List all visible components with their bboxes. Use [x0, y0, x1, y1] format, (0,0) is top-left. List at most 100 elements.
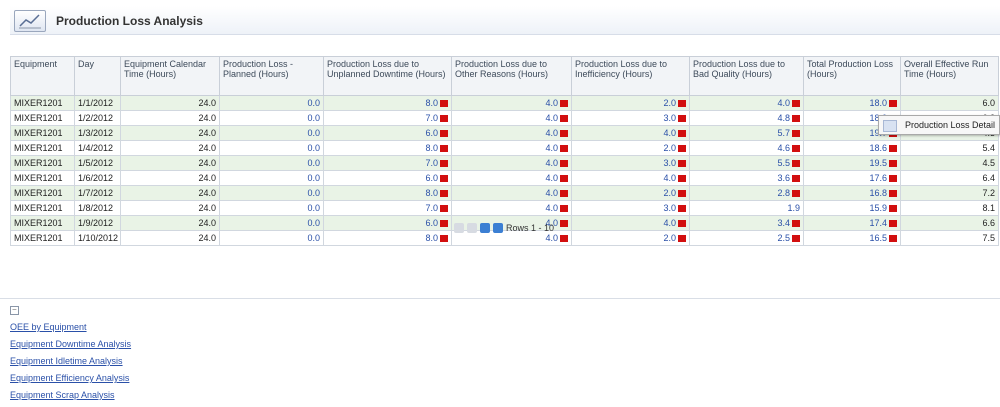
table-cell[interactable]: 18.0 [803, 95, 901, 111]
table-cell[interactable]: 4.0 [689, 95, 804, 111]
table-cell[interactable]: 4.6 [689, 140, 804, 156]
link-oee-by-equipment[interactable]: OEE by Equipment [10, 322, 131, 332]
table-cell[interactable]: 4.0 [571, 125, 690, 141]
table-cell[interactable]: 0.0 [219, 110, 324, 126]
table-cell[interactable]: 3.6 [689, 170, 804, 186]
table-cell[interactable]: 0.0 [219, 185, 324, 201]
column-header-loss-planned[interactable]: Production Loss - Planned (Hours) [219, 56, 324, 96]
column-header-calendar-time[interactable]: Equipment Calendar Time (Hours) [120, 56, 220, 96]
table-cell[interactable]: 0.0 [219, 155, 324, 171]
alert-flag-icon[interactable] [678, 145, 686, 152]
alert-flag-icon[interactable] [792, 130, 800, 137]
alert-flag-icon[interactable] [560, 115, 568, 122]
alert-flag-icon[interactable] [889, 160, 897, 167]
alert-flag-icon[interactable] [440, 130, 448, 137]
table-cell[interactable]: 4.0 [451, 200, 572, 216]
alert-flag-icon[interactable] [889, 205, 897, 212]
table-cell[interactable]: 4.0 [451, 170, 572, 186]
alert-flag-icon[interactable] [560, 205, 568, 212]
table-cell[interactable]: 3.0 [571, 155, 690, 171]
table-cell[interactable]: 2.8 [689, 185, 804, 201]
table-cell[interactable]: 16.8 [803, 185, 901, 201]
alert-flag-icon[interactable] [560, 100, 568, 107]
table-cell[interactable]: 4.0 [451, 140, 572, 156]
table-cell[interactable]: 4.5 [900, 155, 999, 171]
alert-flag-icon[interactable] [889, 175, 897, 182]
alert-flag-icon[interactable] [440, 115, 448, 122]
table-cell[interactable]: 8.0 [323, 140, 452, 156]
table-cell[interactable]: 3.0 [571, 110, 690, 126]
last-page-icon[interactable] [492, 223, 503, 233]
table-cell[interactable]: 5.7 [689, 125, 804, 141]
column-header-run-time[interactable]: Overall Effective Run Time (Hours) [900, 56, 999, 96]
alert-flag-icon[interactable] [560, 175, 568, 182]
table-cell[interactable]: 6.4 [900, 170, 999, 186]
alert-flag-icon[interactable] [678, 190, 686, 197]
table-cell[interactable]: 0.0 [219, 125, 324, 141]
table-cell[interactable]: 19.5 [803, 155, 901, 171]
table-cell[interactable]: 3.0 [571, 200, 690, 216]
table-cell[interactable]: 4.0 [451, 185, 572, 201]
alert-flag-icon[interactable] [889, 145, 897, 152]
alert-flag-icon[interactable] [792, 160, 800, 167]
alert-flag-icon[interactable] [440, 145, 448, 152]
table-cell[interactable]: 7.0 [323, 200, 452, 216]
table-cell[interactable]: 2.0 [571, 140, 690, 156]
next-page-icon[interactable] [479, 223, 490, 233]
previous-page-icon[interactable] [466, 223, 477, 233]
alert-flag-icon[interactable] [889, 190, 897, 197]
table-cell[interactable]: 4.0 [451, 155, 572, 171]
alert-flag-icon[interactable] [440, 160, 448, 167]
column-header-loss-inefficiency[interactable]: Production Loss due to Inefficiency (Hou… [571, 56, 690, 96]
alert-flag-icon[interactable] [440, 175, 448, 182]
table-cell[interactable]: 8.0 [323, 185, 452, 201]
alert-flag-icon[interactable] [440, 190, 448, 197]
alert-flag-icon[interactable] [678, 130, 686, 137]
alert-flag-icon[interactable] [792, 190, 800, 197]
table-cell[interactable]: 0.0 [219, 95, 324, 111]
table-cell[interactable]: 4.0 [571, 170, 690, 186]
table-cell[interactable]: 2.0 [571, 95, 690, 111]
table-cell[interactable]: 4.0 [451, 95, 572, 111]
table-cell[interactable]: 18.6 [803, 140, 901, 156]
column-header-equipment[interactable]: Equipment [10, 56, 75, 96]
link-equipment-scrap-analysis[interactable]: Equipment Scrap Analysis [10, 390, 131, 400]
alert-flag-icon[interactable] [792, 115, 800, 122]
alert-flag-icon[interactable] [678, 175, 686, 182]
column-header-day[interactable]: Day [74, 56, 121, 96]
alert-flag-icon[interactable] [678, 205, 686, 212]
table-cell[interactable]: 7.0 [323, 155, 452, 171]
table-cell[interactable]: 8.0 [323, 95, 452, 111]
collapse-toggle-icon[interactable]: – [10, 306, 19, 315]
alert-flag-icon[interactable] [792, 175, 800, 182]
table-cell[interactable]: 7.2 [900, 185, 999, 201]
table-cell[interactable]: 0.0 [219, 200, 324, 216]
alert-flag-icon[interactable] [678, 160, 686, 167]
table-cell[interactable]: 1.9 [689, 200, 804, 216]
alert-flag-icon[interactable] [889, 100, 897, 107]
table-cell[interactable]: 17.6 [803, 170, 901, 186]
link-equipment-efficiency-analysis[interactable]: Equipment Efficiency Analysis [10, 373, 131, 383]
alert-flag-icon[interactable] [792, 100, 800, 107]
link-equipment-downtime-analysis[interactable]: Equipment Downtime Analysis [10, 339, 131, 349]
table-cell[interactable]: 0.0 [219, 170, 324, 186]
alert-flag-icon[interactable] [560, 160, 568, 167]
alert-flag-icon[interactable] [678, 100, 686, 107]
column-header-loss-other[interactable]: Production Loss due to Other Reasons (Ho… [451, 56, 572, 96]
table-cell[interactable]: 5.4 [900, 140, 999, 156]
table-cell[interactable]: 4.0 [451, 125, 572, 141]
alert-flag-icon[interactable] [440, 100, 448, 107]
link-equipment-idletime-analysis[interactable]: Equipment Idletime Analysis [10, 356, 131, 366]
table-cell[interactable]: 8.1 [900, 200, 999, 216]
table-cell[interactable]: 7.0 [323, 110, 452, 126]
first-page-icon[interactable] [453, 223, 464, 233]
column-header-loss-quality[interactable]: Production Loss due to Bad Quality (Hour… [689, 56, 804, 96]
context-menu[interactable]: Production Loss Detail [878, 115, 1000, 135]
table-cell[interactable]: 6.0 [323, 125, 452, 141]
table-cell[interactable]: 4.0 [451, 110, 572, 126]
table-cell[interactable]: 6.0 [900, 95, 999, 111]
table-cell[interactable]: 2.0 [571, 185, 690, 201]
table-cell[interactable]: 6.0 [323, 170, 452, 186]
column-header-loss-unplanned[interactable]: Production Loss due to Unplanned Downtim… [323, 56, 452, 96]
alert-flag-icon[interactable] [560, 190, 568, 197]
